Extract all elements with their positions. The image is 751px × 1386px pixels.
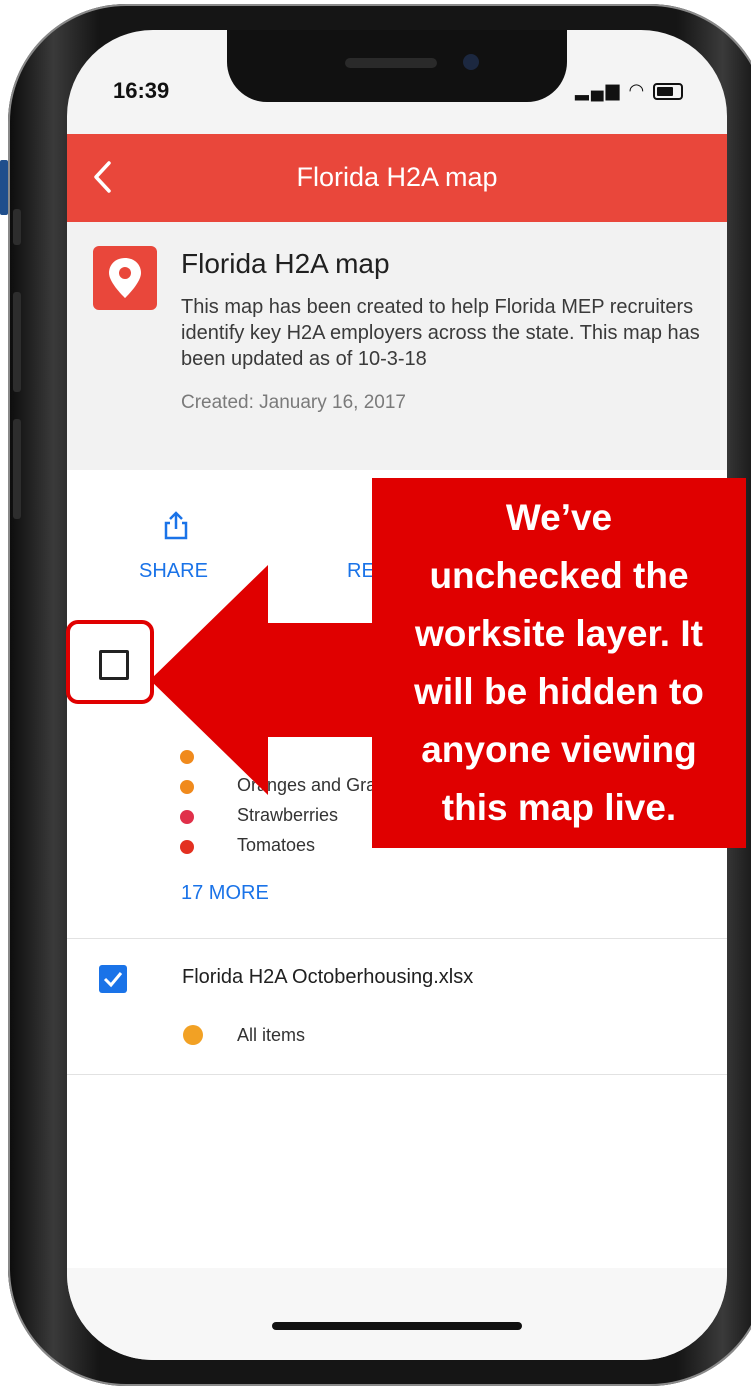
status-icons: ▂▄▆ ◠ xyxy=(575,80,684,101)
callout-line: unchecked the xyxy=(429,555,689,596)
callout-line: We’ve xyxy=(505,497,613,538)
signal-icon: ▂▄▆ xyxy=(575,80,622,100)
speaker-grille xyxy=(345,58,437,68)
mute-switch xyxy=(13,209,21,245)
map-info-panel: Florida H2A map This map has been create… xyxy=(67,222,727,470)
layer-name: Florida H2A Octoberhousing.xlsx xyxy=(182,966,474,988)
callout-text: We’ve unchecked the worksite layer. It w… xyxy=(378,489,740,837)
front-camera xyxy=(463,54,479,70)
tomato-icon xyxy=(180,840,194,854)
bed-icon xyxy=(183,1025,203,1045)
map-created-date: Created: January 16, 2017 xyxy=(181,392,406,413)
volume-up-button xyxy=(13,292,21,392)
slide-edge-mark xyxy=(0,160,8,215)
share-icon[interactable] xyxy=(163,510,189,540)
map-description: This map has been created to help Florid… xyxy=(181,296,700,370)
home-indicator[interactable] xyxy=(272,1322,522,1330)
callout-line: will be hidden to xyxy=(414,671,704,712)
app-bar-title: Florida H2A map xyxy=(296,162,498,192)
battery-icon xyxy=(653,82,684,100)
checkbox-highlight-frame xyxy=(66,620,154,704)
callout-box: We’ve unchecked the worksite layer. It w… xyxy=(372,478,746,848)
legend-label: Tomatoes xyxy=(237,835,316,855)
housing-layer-checkbox[interactable] xyxy=(99,965,127,993)
legend-label: All items xyxy=(237,1025,306,1045)
status-time: 16:39 xyxy=(113,78,170,103)
callout-line: worksite layer. It xyxy=(415,613,703,654)
callout-line: this map live. xyxy=(441,787,677,828)
app-bar: Florida H2A map xyxy=(67,134,727,222)
volume-down-button xyxy=(13,419,21,519)
map-pin-icon xyxy=(93,246,157,310)
wifi-icon: ◠ xyxy=(628,80,647,100)
more-legend-link[interactable]: 17 MORE xyxy=(181,882,269,905)
callout-arrow xyxy=(150,565,390,795)
bottom-bar xyxy=(67,1268,727,1360)
notch xyxy=(227,30,567,102)
divider xyxy=(67,1074,727,1075)
map-title: Florida H2A map xyxy=(181,248,390,279)
divider xyxy=(67,938,727,939)
callout-line: anyone viewing xyxy=(421,729,697,770)
